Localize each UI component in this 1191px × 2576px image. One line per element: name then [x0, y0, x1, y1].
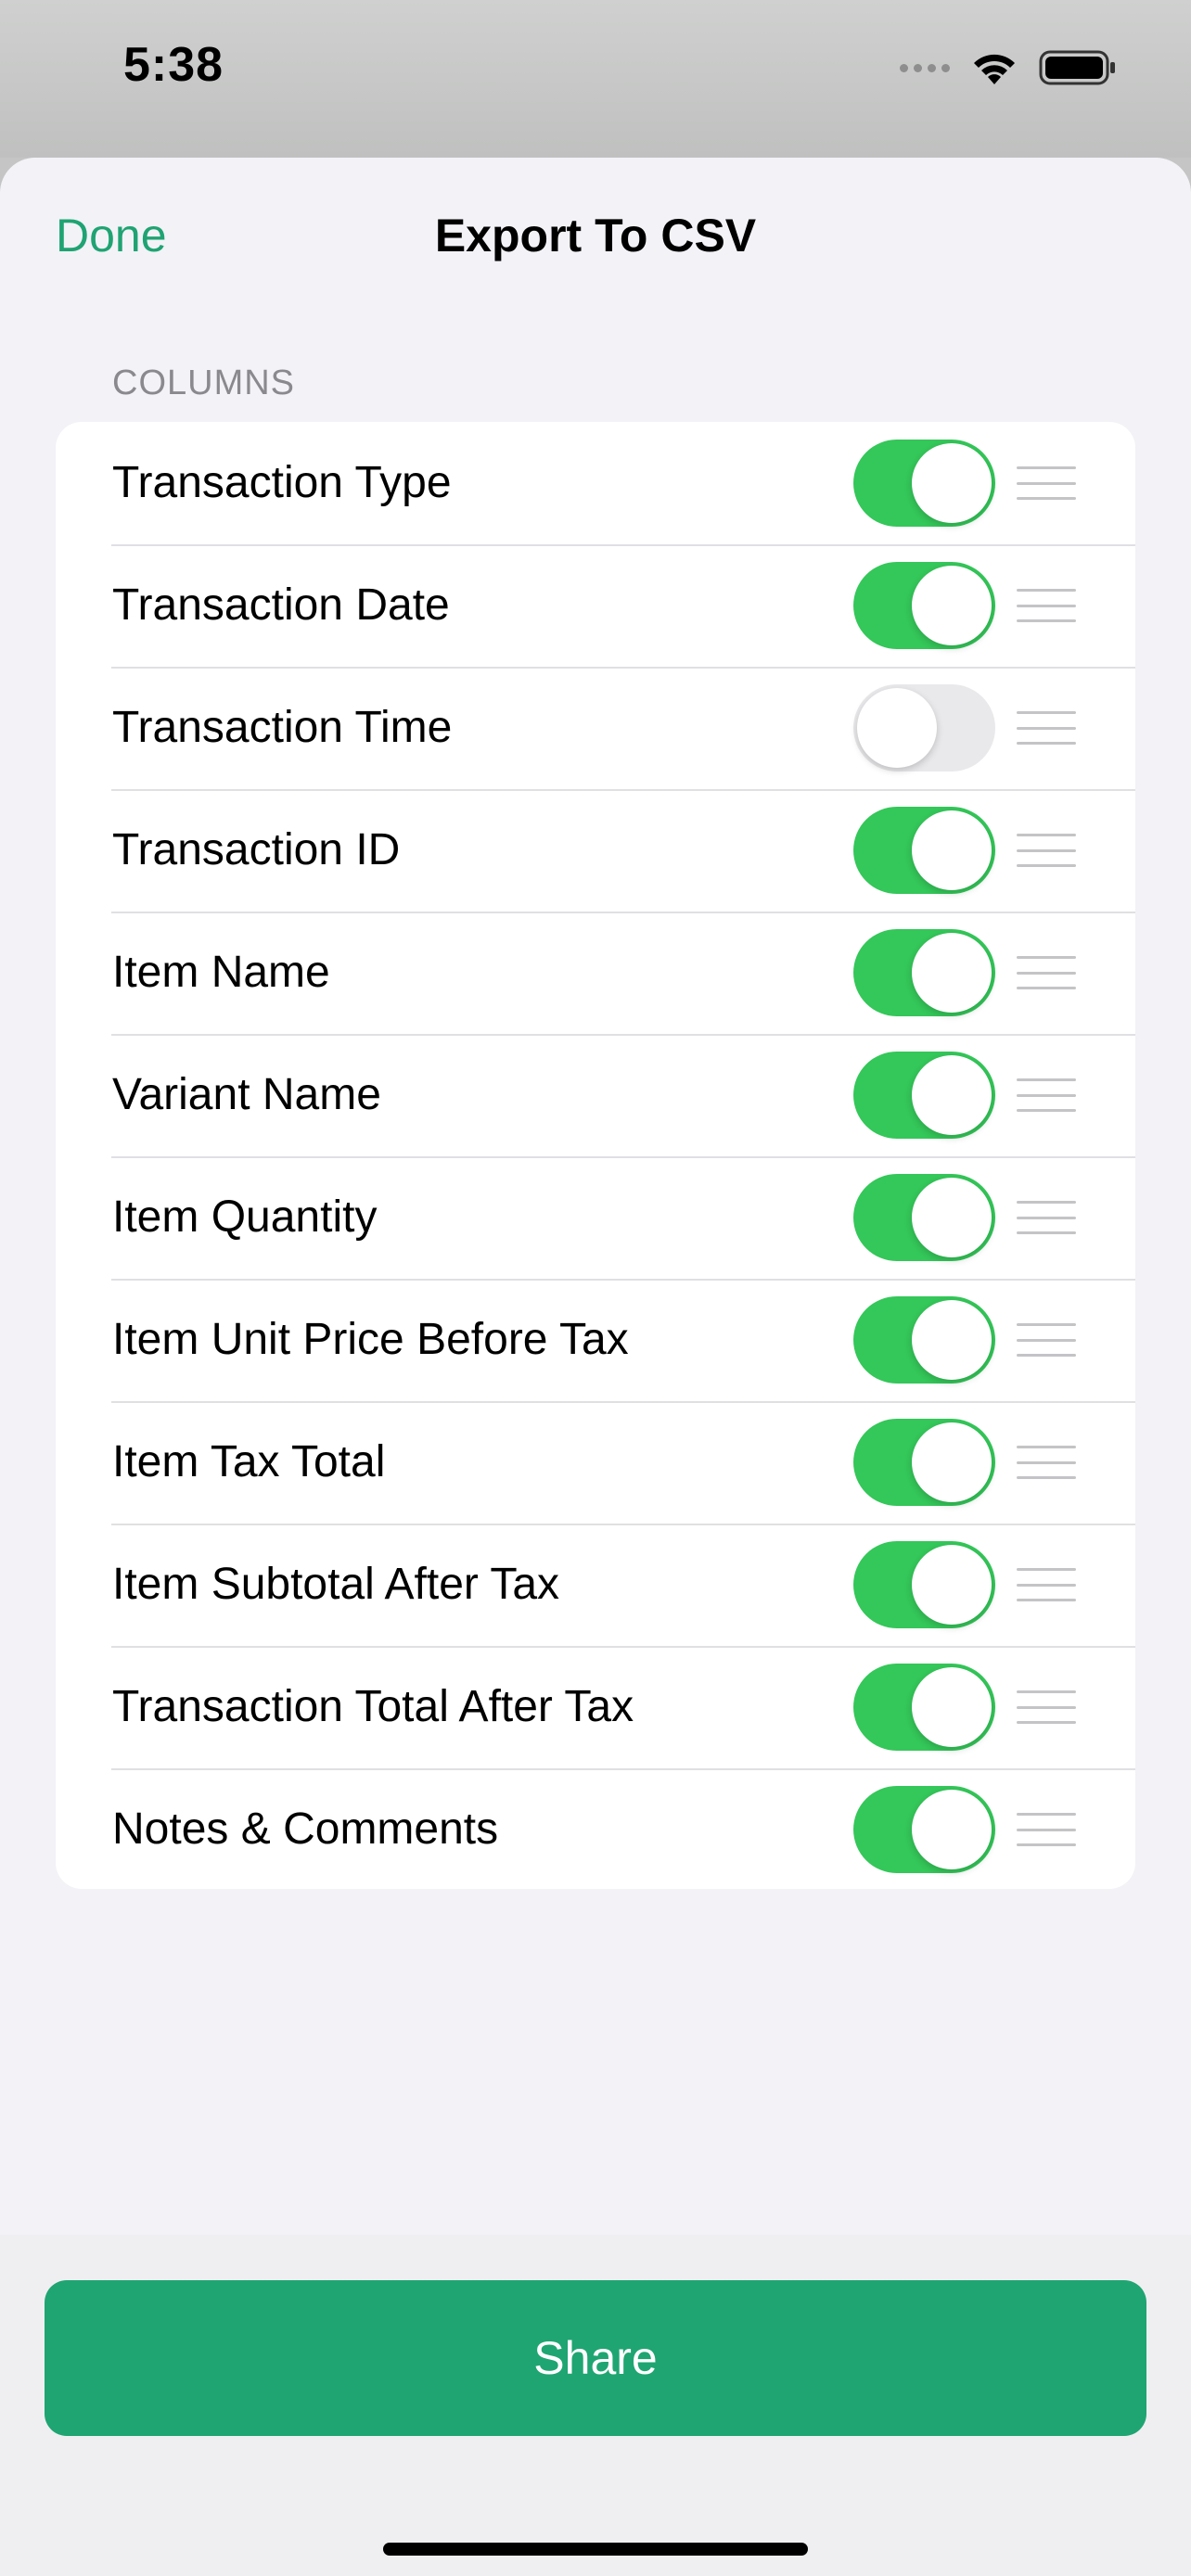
column-label: Item Subtotal After Tax: [112, 1560, 560, 1609]
column-toggle[interactable]: [853, 1541, 995, 1628]
reorder-handle-icon[interactable]: [1017, 1446, 1076, 1479]
reorder-handle-icon[interactable]: [1017, 1078, 1076, 1112]
section-header-columns: COLUMNS: [112, 363, 296, 402]
columns-list: Transaction Type Transaction Date Transact…: [56, 422, 1135, 1889]
export-sheet: Export To CSV Done COLUMNS Transaction T…: [0, 158, 1191, 2576]
column-row: Item Tax Total: [56, 1401, 1135, 1524]
toggle-knob: [912, 1178, 992, 1257]
toggle-knob: [912, 566, 992, 645]
column-toggle[interactable]: [853, 1174, 995, 1261]
column-row: Variant Name: [56, 1034, 1135, 1156]
column-row: Item Name: [56, 912, 1135, 1034]
share-button[interactable]: Share: [45, 2280, 1146, 2436]
toggle-knob: [912, 933, 992, 1013]
column-row: Transaction Total After Tax: [56, 1646, 1135, 1768]
column-label: Item Quantity: [112, 1192, 378, 1242]
toggle-knob: [912, 1300, 992, 1380]
column-label: Transaction Total After Tax: [112, 1682, 634, 1731]
column-label: Notes & Comments: [112, 1804, 499, 1854]
column-toggle[interactable]: [853, 929, 995, 1016]
toggle-knob: [912, 1055, 992, 1135]
column-row: Item Subtotal After Tax: [56, 1524, 1135, 1646]
status-bar: 5:38: [0, 0, 1191, 158]
toggle-knob: [912, 1422, 992, 1502]
column-label: Transaction ID: [112, 825, 401, 874]
column-toggle[interactable]: [853, 1664, 995, 1751]
reorder-handle-icon[interactable]: [1017, 1568, 1076, 1601]
column-row: Item Quantity: [56, 1156, 1135, 1279]
column-label: Item Unit Price Before Tax: [112, 1315, 629, 1364]
column-toggle[interactable]: [853, 1419, 995, 1506]
toggle-knob: [912, 1790, 992, 1869]
toggle-knob: [912, 443, 992, 523]
column-row: Transaction Date: [56, 544, 1135, 667]
column-toggle[interactable]: [853, 1052, 995, 1139]
reorder-handle-icon[interactable]: [1017, 466, 1076, 500]
status-icons: [900, 46, 1117, 89]
reorder-handle-icon[interactable]: [1017, 1690, 1076, 1724]
column-toggle[interactable]: [853, 684, 995, 772]
wifi-icon: [974, 54, 1015, 84]
column-row: Notes & Comments: [56, 1768, 1135, 1889]
reorder-handle-icon[interactable]: [1017, 1201, 1076, 1234]
battery-icon: [1039, 50, 1115, 85]
reorder-handle-icon[interactable]: [1017, 711, 1076, 745]
column-row: Item Unit Price Before Tax: [56, 1279, 1135, 1401]
column-toggle[interactable]: [853, 1296, 995, 1384]
column-label: Item Name: [112, 948, 330, 997]
toggle-knob: [912, 1667, 992, 1747]
column-row: Transaction Type: [56, 422, 1135, 544]
reorder-handle-icon[interactable]: [1017, 589, 1076, 622]
column-toggle[interactable]: [853, 807, 995, 894]
column-row: Transaction ID: [56, 789, 1135, 912]
column-label: Variant Name: [112, 1070, 381, 1119]
column-row: Transaction Time: [56, 667, 1135, 789]
column-toggle[interactable]: [853, 1786, 995, 1873]
column-label: Item Tax Total: [112, 1437, 386, 1486]
column-label: Transaction Type: [112, 458, 452, 507]
page-title: Export To CSV: [434, 210, 757, 261]
status-time: 5:38: [123, 38, 224, 92]
reorder-handle-icon[interactable]: [1017, 1813, 1076, 1846]
done-button[interactable]: Done: [56, 209, 167, 262]
reorder-handle-icon[interactable]: [1017, 956, 1076, 989]
toggle-knob: [912, 810, 992, 890]
toggle-knob: [857, 688, 937, 768]
column-toggle[interactable]: [853, 440, 995, 527]
home-indicator: [383, 2543, 808, 2556]
column-label: Transaction Time: [112, 703, 453, 752]
cellular-signal-icon: [900, 63, 950, 72]
reorder-handle-icon[interactable]: [1017, 1323, 1076, 1357]
column-toggle[interactable]: [853, 562, 995, 649]
reorder-handle-icon[interactable]: [1017, 834, 1076, 867]
toggle-knob: [912, 1545, 992, 1625]
column-label: Transaction Date: [112, 580, 450, 630]
